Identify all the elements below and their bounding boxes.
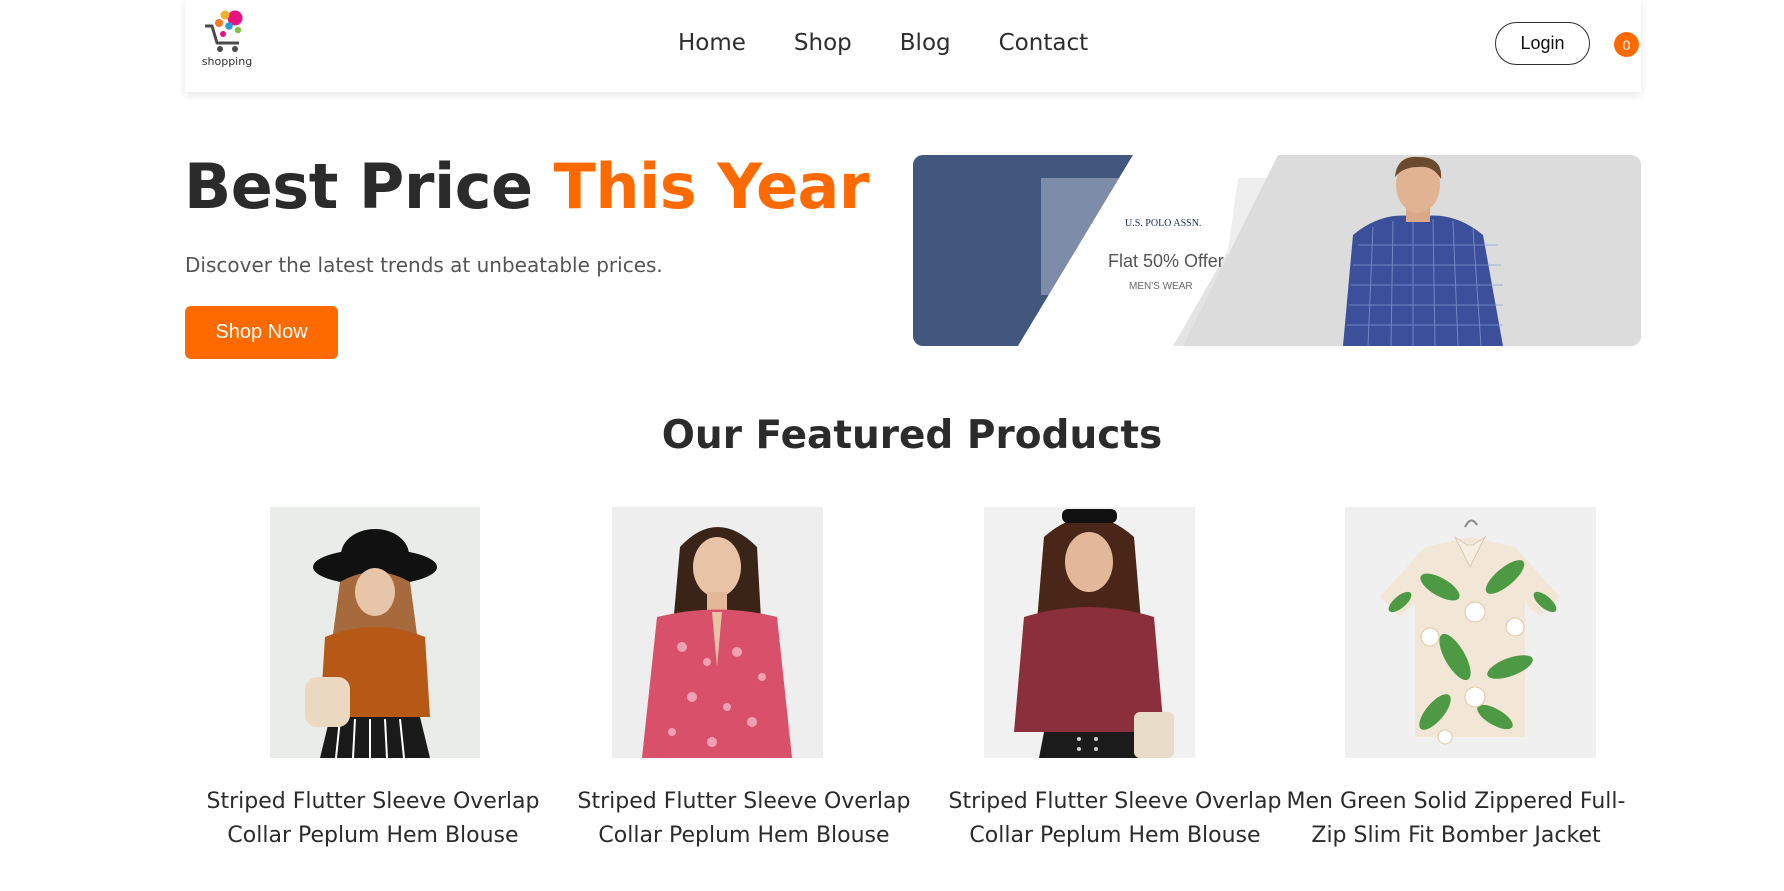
- nav-shop[interactable]: Shop: [794, 30, 852, 56]
- featured-products: Striped Flutter Sleeve Overlap Collar Pe…: [185, 507, 1641, 891]
- nav-contact[interactable]: Contact: [999, 30, 1088, 56]
- hero-title-main: Best Price: [184, 150, 554, 223]
- product-name[interactable]: Men Green Solid Zippered Full-Zip Slim F…: [1286, 785, 1626, 853]
- product-name[interactable]: Striped Flutter Sleeve Overlap Collar Pe…: [574, 785, 914, 853]
- featured-title: Our Featured Products: [661, 413, 1163, 458]
- site-header: shopping Home Shop Blog Contact Login 0: [185, 0, 1641, 92]
- login-button[interactable]: Login: [1495, 22, 1590, 65]
- promo-banner[interactable]: U.S. POLO ASSN. Flat 50% Offer MEN'S WEA…: [913, 155, 1641, 346]
- banner-offer: Flat 50% Offer: [1108, 251, 1224, 271]
- main-nav: Home Shop Blog Contact: [678, 30, 1136, 56]
- banner-artwork: [913, 155, 1641, 346]
- banner-brand: U.S. POLO ASSN.: [1125, 218, 1202, 229]
- banner-subtext: MEN'S WEAR: [1129, 281, 1193, 292]
- product-image[interactable]: [984, 507, 1195, 758]
- logo-text: shopping: [201, 55, 253, 68]
- product-name[interactable]: Striped Flutter Sleeve Overlap Collar Pe…: [945, 785, 1285, 853]
- product-image[interactable]: [612, 507, 823, 758]
- nav-blog[interactable]: Blog: [900, 30, 951, 56]
- shop-now-button[interactable]: Shop Now: [185, 306, 338, 359]
- product-image[interactable]: [1345, 507, 1596, 758]
- cart-count-badge[interactable]: 0: [1614, 32, 1639, 57]
- hero-title: Best Price This Year: [184, 150, 869, 223]
- product-name[interactable]: Striped Flutter Sleeve Overlap Collar Pe…: [203, 785, 543, 853]
- nav-home[interactable]: Home: [678, 30, 746, 56]
- product-image[interactable]: [270, 507, 480, 758]
- hero-title-accent: This Year: [553, 150, 870, 223]
- hero-subtitle: Discover the latest trends at unbeatable…: [185, 253, 663, 277]
